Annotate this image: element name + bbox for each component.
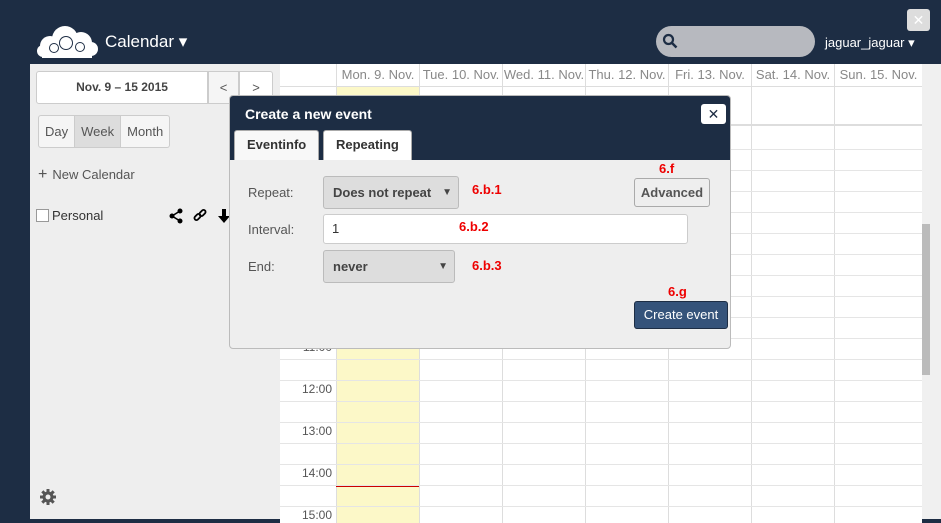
- annotation-label: 6.g: [668, 284, 687, 299]
- link-icon[interactable]: [192, 208, 208, 224]
- repeat-select-value: Does not repeat: [333, 185, 432, 200]
- day-header: Sun. 15. Nov.: [834, 64, 922, 86]
- dialog-title: Create a new event: [245, 106, 372, 122]
- day-header: Mon. 9. Nov.: [336, 64, 419, 86]
- day-column[interactable]: [834, 86, 922, 523]
- gear-icon[interactable]: [39, 488, 57, 506]
- time-label: 13:00: [301, 424, 332, 438]
- search-input[interactable]: [656, 26, 815, 57]
- calendar-name[interactable]: Personal: [52, 208, 103, 223]
- time-label: 15:00: [301, 508, 332, 522]
- time-label: 14:00: [301, 466, 332, 480]
- window-close-button[interactable]: ✕: [907, 9, 930, 31]
- grid-line: [280, 506, 922, 507]
- calendar-checkbox[interactable]: [36, 209, 49, 222]
- view-switcher: Day Week Month: [38, 115, 171, 148]
- date-range-picker[interactable]: Nov. 9 – 15 2015: [36, 71, 208, 104]
- search-icon: [662, 33, 678, 49]
- day-header: Fri. 13. Nov.: [668, 64, 751, 86]
- grid-line: [280, 86, 922, 87]
- grid-line: [280, 401, 922, 402]
- close-icon: ✕: [912, 12, 925, 28]
- calendar-scrollbar-thumb[interactable]: [922, 224, 930, 375]
- advanced-button[interactable]: Advanced: [634, 178, 710, 207]
- day-header: Tue. 10. Nov.: [419, 64, 502, 86]
- share-icon[interactable]: [168, 208, 184, 224]
- chevron-down-icon: ▼: [442, 187, 452, 198]
- current-time-indicator: [336, 486, 419, 487]
- annotation-label: 6.b.1: [472, 182, 502, 197]
- grid-line: [280, 359, 922, 360]
- annotation-label: 6.b.2: [459, 219, 489, 234]
- repeat-label: Repeat:: [248, 185, 294, 200]
- grid-line: [280, 380, 922, 381]
- create-event-button[interactable]: Create event: [634, 301, 728, 329]
- user-menu[interactable]: jaguar_jaguar ▾: [825, 35, 915, 51]
- annotation-label: 6.b.3: [472, 258, 502, 273]
- header-bar: Calendar ▾ jaguar_jaguar ▾ ✕: [0, 0, 941, 64]
- view-day-button[interactable]: Day: [38, 115, 76, 148]
- interval-label: Interval:: [248, 222, 295, 237]
- grid-line: [280, 464, 922, 465]
- interval-input[interactable]: 1: [323, 214, 688, 244]
- end-label: End:: [248, 259, 275, 274]
- grid-line: [280, 443, 922, 444]
- end-select[interactable]: never ▼: [323, 250, 455, 283]
- app-menu-title[interactable]: Calendar ▾: [105, 32, 187, 52]
- day-header: Thu. 12. Nov.: [585, 64, 668, 86]
- new-calendar-label: New Calendar: [52, 167, 135, 182]
- dialog-close-button[interactable]: ✕: [701, 104, 726, 124]
- create-event-dialog: Create a new event ✕ Eventinfo Repeating…: [229, 95, 731, 349]
- new-calendar-button[interactable]: + New Calendar: [38, 166, 135, 184]
- view-week-button[interactable]: Week: [75, 115, 122, 148]
- chevron-down-icon: ▼: [438, 261, 448, 272]
- day-header: Wed. 11. Nov.: [502, 64, 585, 86]
- tab-repeating[interactable]: Repeating: [323, 130, 412, 160]
- owncloud-logo[interactable]: [36, 24, 98, 58]
- day-column[interactable]: [751, 86, 834, 523]
- close-icon: ✕: [707, 106, 720, 122]
- end-select-value: never: [333, 259, 368, 274]
- plus-icon: +: [38, 166, 48, 183]
- tab-eventinfo[interactable]: Eventinfo: [234, 130, 320, 160]
- annotation-label: 6.f: [659, 161, 675, 176]
- time-label: 12:00: [301, 382, 332, 396]
- view-month-button[interactable]: Month: [121, 115, 171, 148]
- day-header: Sat. 14. Nov.: [751, 64, 834, 86]
- repeat-select[interactable]: Does not repeat ▼: [323, 176, 459, 209]
- grid-line: [280, 422, 922, 423]
